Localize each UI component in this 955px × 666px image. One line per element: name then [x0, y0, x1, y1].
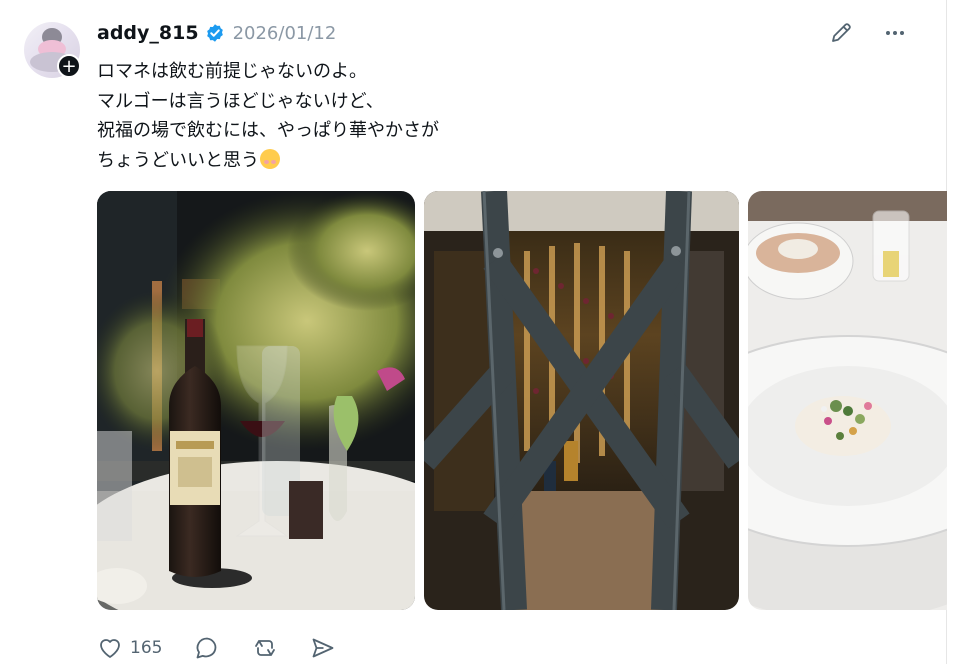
plated-dish-photo[interactable]: [748, 191, 947, 610]
username[interactable]: addy_815: [97, 22, 199, 44]
wine-bottle-photo[interactable]: [97, 191, 415, 610]
heart-icon: [100, 639, 120, 658]
smiling-face-icon: [260, 148, 280, 169]
reply-icon: [197, 637, 217, 659]
share-button[interactable]: [310, 635, 336, 661]
post-header: addy_815 2026/01/12: [97, 20, 336, 46]
wine-cellar-photo[interactable]: [424, 191, 739, 610]
more-icon[interactable]: [882, 22, 908, 44]
verified-badge-icon: [206, 24, 223, 42]
post-text-line: ちょうどいいと思う: [97, 149, 259, 171]
repost-button[interactable]: [252, 635, 278, 661]
post-date[interactable]: 2026/01/12: [233, 23, 337, 44]
post-text: ロマネは飲む前提じゃないのよ。 マルゴーは言うほどじゃないけど、 祝福の場で飲む…: [97, 57, 577, 175]
like-count: 165: [130, 638, 163, 658]
share-icon: [313, 638, 334, 658]
pencil-icon[interactable]: [828, 20, 854, 46]
repost-icon: [255, 640, 276, 656]
plus-icon[interactable]: +: [57, 54, 81, 78]
post-text-line: 祝福の場で飲むには、やっぱり華やかさが: [97, 120, 439, 141]
reply-button[interactable]: [194, 635, 220, 661]
post-text-line: ロマネは飲む前提じゃないのよ。: [97, 61, 367, 82]
like-button[interactable]: 165: [97, 635, 162, 661]
post-actions: 165: [97, 630, 368, 666]
post-text-line: マルゴーは言うほどじゃないけど、: [97, 90, 384, 112]
